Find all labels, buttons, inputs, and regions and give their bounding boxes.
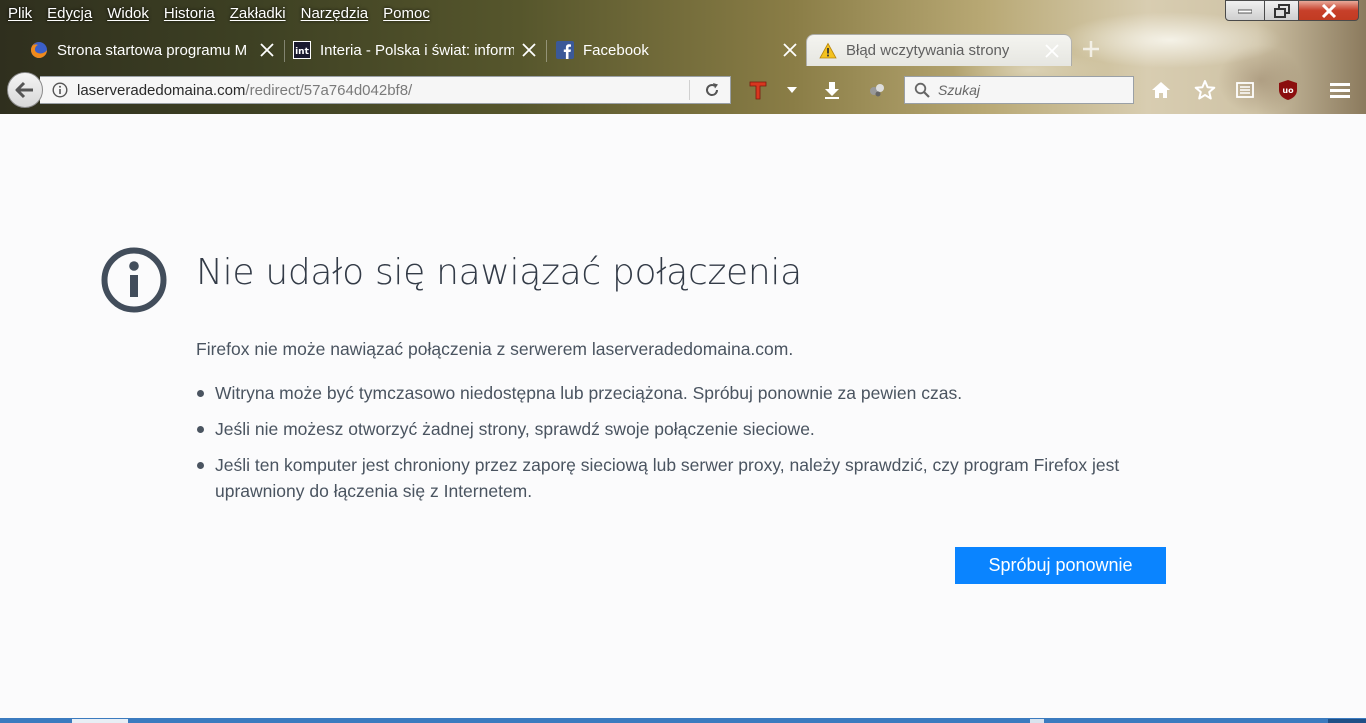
retry-button[interactable]: Spróbuj ponownie <box>955 547 1166 584</box>
bookmark-button[interactable] <box>1194 79 1216 101</box>
menu-edit[interactable]: Edycja <box>47 5 92 22</box>
url-path: /redirect/57a764d042bf8/ <box>245 81 413 99</box>
menu-bookmarks[interactable]: Zakładki <box>230 5 286 22</box>
search-input[interactable] <box>936 81 1120 99</box>
close-window-button[interactable] <box>1299 0 1359 21</box>
close-tab-icon[interactable] <box>781 41 799 59</box>
t-addon-icon <box>749 81 767 100</box>
svg-text:int: int <box>295 47 309 57</box>
error-title: Nie udało się nawiązać połączenia <box>196 252 802 293</box>
tab-title: Interia - Polska i świat: inform <box>320 41 514 59</box>
home-icon <box>1152 82 1170 98</box>
error-description: Firefox nie może nawiązać połączenia z s… <box>196 339 794 359</box>
navigation-bar: laserveradedomaina.com/redirect/57a764d0… <box>0 66 1366 114</box>
menu-view[interactable]: Widok <box>107 5 149 22</box>
close-tab-icon[interactable] <box>520 41 538 59</box>
t-addon-button[interactable] <box>747 79 769 101</box>
info-icon[interactable] <box>52 82 68 98</box>
error-page: Nie udało się nawiązać połączenia Firefo… <box>0 114 1366 718</box>
menu-history[interactable]: Historia <box>164 5 215 22</box>
svg-text:uo: uo <box>1282 86 1294 95</box>
reload-icon[interactable] <box>704 82 720 98</box>
tab-facebook[interactable]: Facebook <box>556 34 806 66</box>
downloads-button[interactable] <box>821 79 843 101</box>
taskbar <box>0 718 1366 723</box>
close-icon <box>1321 3 1336 18</box>
addon-dropdown-button[interactable] <box>782 79 802 101</box>
reading-list-button[interactable] <box>1234 79 1256 101</box>
taskbar-item[interactable] <box>1328 719 1366 723</box>
menu-tools[interactable]: Narzędzia <box>301 5 369 22</box>
extension-icon <box>870 84 884 97</box>
download-icon <box>825 82 839 99</box>
url-divider <box>689 80 690 100</box>
close-tab-icon[interactable] <box>1043 42 1061 60</box>
close-tab-icon[interactable] <box>258 41 276 59</box>
url-bar[interactable]: laserveradedomaina.com/redirect/57a764d0… <box>40 76 731 104</box>
open-menu-button[interactable] <box>1329 79 1351 101</box>
list-item: Jeśli ten komputer jest chroniony przez … <box>196 452 1186 504</box>
extension-button[interactable] <box>866 79 888 101</box>
url-host: laserveradedomaina.com <box>77 81 246 99</box>
restore-button[interactable] <box>1265 0 1299 21</box>
tab-separator <box>546 40 547 62</box>
minimize-icon <box>1238 9 1252 13</box>
ublock-button[interactable]: uo <box>1277 79 1299 101</box>
tab-title: Błąd wczytywania strony <box>846 42 1010 59</box>
error-suggestions: Witryna może być tymczasowo niedostępna … <box>196 380 1186 514</box>
back-button[interactable] <box>7 72 43 108</box>
menu-help[interactable]: Pomoc <box>383 5 430 22</box>
facebook-icon <box>556 41 574 59</box>
info-circle-icon <box>101 247 167 313</box>
interia-icon: int <box>293 41 311 59</box>
taskbar-item[interactable] <box>1030 719 1044 723</box>
reading-list-icon <box>1236 82 1254 98</box>
taskbar-item[interactable] <box>72 719 128 723</box>
home-button[interactable] <box>1150 79 1172 101</box>
tab-title: Facebook <box>583 41 649 59</box>
firefox-icon <box>31 42 47 58</box>
hamburger-menu-icon <box>1330 83 1350 98</box>
browser-chrome: Plik Edycja Widok Historia Zakładki Narz… <box>0 0 1366 114</box>
tab-title: Strona startowa programu M <box>57 41 248 59</box>
menu-bar: Plik Edycja Widok Historia Zakładki Narz… <box>0 0 445 26</box>
window-controls <box>1225 0 1359 21</box>
tab-separator <box>284 40 285 62</box>
back-arrow-icon <box>15 81 33 99</box>
dropdown-icon <box>787 87 797 93</box>
tab-error-page[interactable]: Błąd wczytywania strony <box>806 34 1072 66</box>
tab-firefox-start[interactable]: Strona startowa programu M <box>30 34 280 66</box>
tab-strip: Strona startowa programu M int Interia -… <box>0 34 1366 66</box>
list-item: Jeśli nie możesz otworzyć żadnej strony,… <box>196 416 1186 442</box>
minimize-button[interactable] <box>1225 0 1265 21</box>
search-bar[interactable] <box>904 76 1134 104</box>
restore-icon <box>1273 3 1290 18</box>
tab-interia[interactable]: int Interia - Polska i świat: inform <box>293 34 543 66</box>
menu-file[interactable]: Plik <box>8 5 32 22</box>
bookmark-star-icon <box>1194 80 1216 100</box>
new-tab-icon[interactable] <box>1080 38 1102 60</box>
warning-icon <box>819 42 837 58</box>
search-icon <box>914 82 930 98</box>
ublock-icon: uo <box>1279 80 1297 100</box>
list-item: Witryna może być tymczasowo niedostępna … <box>196 380 1186 406</box>
